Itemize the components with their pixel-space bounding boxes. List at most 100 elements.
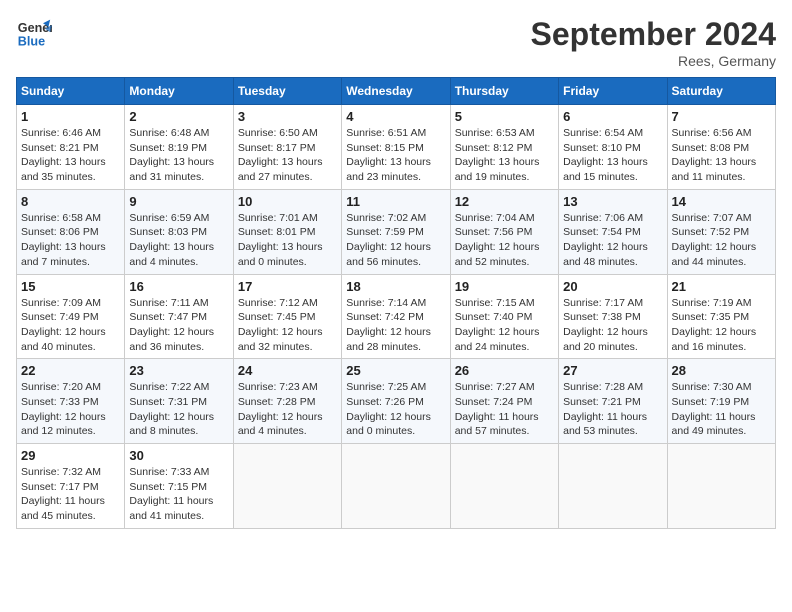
day-info: Sunrise: 7:30 AM Sunset: 7:19 PM Dayligh… xyxy=(672,380,771,439)
table-row: 20 Sunrise: 7:17 AM Sunset: 7:38 PM Dayl… xyxy=(559,274,667,359)
table-row: 16 Sunrise: 7:11 AM Sunset: 7:47 PM Dayl… xyxy=(125,274,233,359)
day-info: Sunrise: 7:09 AM Sunset: 7:49 PM Dayligh… xyxy=(21,296,120,355)
page-header: General Blue September 2024 Rees, German… xyxy=(16,16,776,69)
day-number: 3 xyxy=(238,109,337,124)
calendar-header-row: Sunday Monday Tuesday Wednesday Thursday… xyxy=(17,78,776,105)
day-info: Sunrise: 7:02 AM Sunset: 7:59 PM Dayligh… xyxy=(346,211,445,270)
table-row xyxy=(667,444,775,529)
table-row: 13 Sunrise: 7:06 AM Sunset: 7:54 PM Dayl… xyxy=(559,189,667,274)
table-row xyxy=(559,444,667,529)
table-row: 15 Sunrise: 7:09 AM Sunset: 7:49 PM Dayl… xyxy=(17,274,125,359)
day-number: 18 xyxy=(346,279,445,294)
day-number: 27 xyxy=(563,363,662,378)
table-row: 5 Sunrise: 6:53 AM Sunset: 8:12 PM Dayli… xyxy=(450,105,558,190)
table-row: 22 Sunrise: 7:20 AM Sunset: 7:33 PM Dayl… xyxy=(17,359,125,444)
table-row: 9 Sunrise: 6:59 AM Sunset: 8:03 PM Dayli… xyxy=(125,189,233,274)
table-row xyxy=(342,444,450,529)
table-row: 10 Sunrise: 7:01 AM Sunset: 8:01 PM Dayl… xyxy=(233,189,341,274)
day-info: Sunrise: 7:12 AM Sunset: 7:45 PM Dayligh… xyxy=(238,296,337,355)
table-row: 18 Sunrise: 7:14 AM Sunset: 7:42 PM Dayl… xyxy=(342,274,450,359)
day-number: 21 xyxy=(672,279,771,294)
day-number: 17 xyxy=(238,279,337,294)
day-number: 25 xyxy=(346,363,445,378)
day-number: 15 xyxy=(21,279,120,294)
table-row xyxy=(233,444,341,529)
svg-text:Blue: Blue xyxy=(18,35,45,49)
table-row xyxy=(450,444,558,529)
day-number: 5 xyxy=(455,109,554,124)
calendar-week-row: 22 Sunrise: 7:20 AM Sunset: 7:33 PM Dayl… xyxy=(17,359,776,444)
col-wednesday: Wednesday xyxy=(342,78,450,105)
day-info: Sunrise: 6:56 AM Sunset: 8:08 PM Dayligh… xyxy=(672,126,771,185)
table-row: 29 Sunrise: 7:32 AM Sunset: 7:17 PM Dayl… xyxy=(17,444,125,529)
day-info: Sunrise: 6:50 AM Sunset: 8:17 PM Dayligh… xyxy=(238,126,337,185)
col-saturday: Saturday xyxy=(667,78,775,105)
day-info: Sunrise: 6:51 AM Sunset: 8:15 PM Dayligh… xyxy=(346,126,445,185)
day-info: Sunrise: 7:25 AM Sunset: 7:26 PM Dayligh… xyxy=(346,380,445,439)
table-row: 1 Sunrise: 6:46 AM Sunset: 8:21 PM Dayli… xyxy=(17,105,125,190)
location: Rees, Germany xyxy=(531,53,776,69)
col-monday: Monday xyxy=(125,78,233,105)
table-row: 11 Sunrise: 7:02 AM Sunset: 7:59 PM Dayl… xyxy=(342,189,450,274)
day-info: Sunrise: 6:58 AM Sunset: 8:06 PM Dayligh… xyxy=(21,211,120,270)
day-info: Sunrise: 7:28 AM Sunset: 7:21 PM Dayligh… xyxy=(563,380,662,439)
day-info: Sunrise: 6:48 AM Sunset: 8:19 PM Dayligh… xyxy=(129,126,228,185)
day-number: 22 xyxy=(21,363,120,378)
table-row: 27 Sunrise: 7:28 AM Sunset: 7:21 PM Dayl… xyxy=(559,359,667,444)
day-number: 29 xyxy=(21,448,120,463)
table-row: 12 Sunrise: 7:04 AM Sunset: 7:56 PM Dayl… xyxy=(450,189,558,274)
month-title: September 2024 xyxy=(531,16,776,53)
day-number: 23 xyxy=(129,363,228,378)
day-info: Sunrise: 6:54 AM Sunset: 8:10 PM Dayligh… xyxy=(563,126,662,185)
day-info: Sunrise: 7:20 AM Sunset: 7:33 PM Dayligh… xyxy=(21,380,120,439)
table-row: 2 Sunrise: 6:48 AM Sunset: 8:19 PM Dayli… xyxy=(125,105,233,190)
calendar-table: Sunday Monday Tuesday Wednesday Thursday… xyxy=(16,77,776,529)
day-info: Sunrise: 7:17 AM Sunset: 7:38 PM Dayligh… xyxy=(563,296,662,355)
table-row: 28 Sunrise: 7:30 AM Sunset: 7:19 PM Dayl… xyxy=(667,359,775,444)
day-number: 19 xyxy=(455,279,554,294)
table-row: 8 Sunrise: 6:58 AM Sunset: 8:06 PM Dayli… xyxy=(17,189,125,274)
table-row: 19 Sunrise: 7:15 AM Sunset: 7:40 PM Dayl… xyxy=(450,274,558,359)
day-number: 24 xyxy=(238,363,337,378)
day-info: Sunrise: 7:04 AM Sunset: 7:56 PM Dayligh… xyxy=(455,211,554,270)
day-info: Sunrise: 7:15 AM Sunset: 7:40 PM Dayligh… xyxy=(455,296,554,355)
day-info: Sunrise: 6:46 AM Sunset: 8:21 PM Dayligh… xyxy=(21,126,120,185)
day-number: 20 xyxy=(563,279,662,294)
day-info: Sunrise: 7:01 AM Sunset: 8:01 PM Dayligh… xyxy=(238,211,337,270)
logo-icon: General Blue xyxy=(16,16,52,52)
day-info: Sunrise: 7:22 AM Sunset: 7:31 PM Dayligh… xyxy=(129,380,228,439)
col-sunday: Sunday xyxy=(17,78,125,105)
day-number: 2 xyxy=(129,109,228,124)
day-number: 16 xyxy=(129,279,228,294)
table-row: 26 Sunrise: 7:27 AM Sunset: 7:24 PM Dayl… xyxy=(450,359,558,444)
day-number: 28 xyxy=(672,363,771,378)
table-row: 30 Sunrise: 7:33 AM Sunset: 7:15 PM Dayl… xyxy=(125,444,233,529)
day-number: 13 xyxy=(563,194,662,209)
calendar-week-row: 15 Sunrise: 7:09 AM Sunset: 7:49 PM Dayl… xyxy=(17,274,776,359)
day-number: 11 xyxy=(346,194,445,209)
day-info: Sunrise: 7:11 AM Sunset: 7:47 PM Dayligh… xyxy=(129,296,228,355)
table-row: 17 Sunrise: 7:12 AM Sunset: 7:45 PM Dayl… xyxy=(233,274,341,359)
col-tuesday: Tuesday xyxy=(233,78,341,105)
title-block: September 2024 Rees, Germany xyxy=(531,16,776,69)
day-info: Sunrise: 7:33 AM Sunset: 7:15 PM Dayligh… xyxy=(129,465,228,524)
day-number: 9 xyxy=(129,194,228,209)
calendar-week-row: 1 Sunrise: 6:46 AM Sunset: 8:21 PM Dayli… xyxy=(17,105,776,190)
calendar-week-row: 29 Sunrise: 7:32 AM Sunset: 7:17 PM Dayl… xyxy=(17,444,776,529)
day-info: Sunrise: 6:59 AM Sunset: 8:03 PM Dayligh… xyxy=(129,211,228,270)
calendar-week-row: 8 Sunrise: 6:58 AM Sunset: 8:06 PM Dayli… xyxy=(17,189,776,274)
logo: General Blue xyxy=(16,16,52,52)
day-info: Sunrise: 7:07 AM Sunset: 7:52 PM Dayligh… xyxy=(672,211,771,270)
table-row: 21 Sunrise: 7:19 AM Sunset: 7:35 PM Dayl… xyxy=(667,274,775,359)
day-info: Sunrise: 7:19 AM Sunset: 7:35 PM Dayligh… xyxy=(672,296,771,355)
day-number: 30 xyxy=(129,448,228,463)
day-number: 8 xyxy=(21,194,120,209)
table-row: 3 Sunrise: 6:50 AM Sunset: 8:17 PM Dayli… xyxy=(233,105,341,190)
day-info: Sunrise: 7:14 AM Sunset: 7:42 PM Dayligh… xyxy=(346,296,445,355)
col-thursday: Thursday xyxy=(450,78,558,105)
table-row: 25 Sunrise: 7:25 AM Sunset: 7:26 PM Dayl… xyxy=(342,359,450,444)
day-number: 4 xyxy=(346,109,445,124)
col-friday: Friday xyxy=(559,78,667,105)
day-info: Sunrise: 6:53 AM Sunset: 8:12 PM Dayligh… xyxy=(455,126,554,185)
day-number: 14 xyxy=(672,194,771,209)
